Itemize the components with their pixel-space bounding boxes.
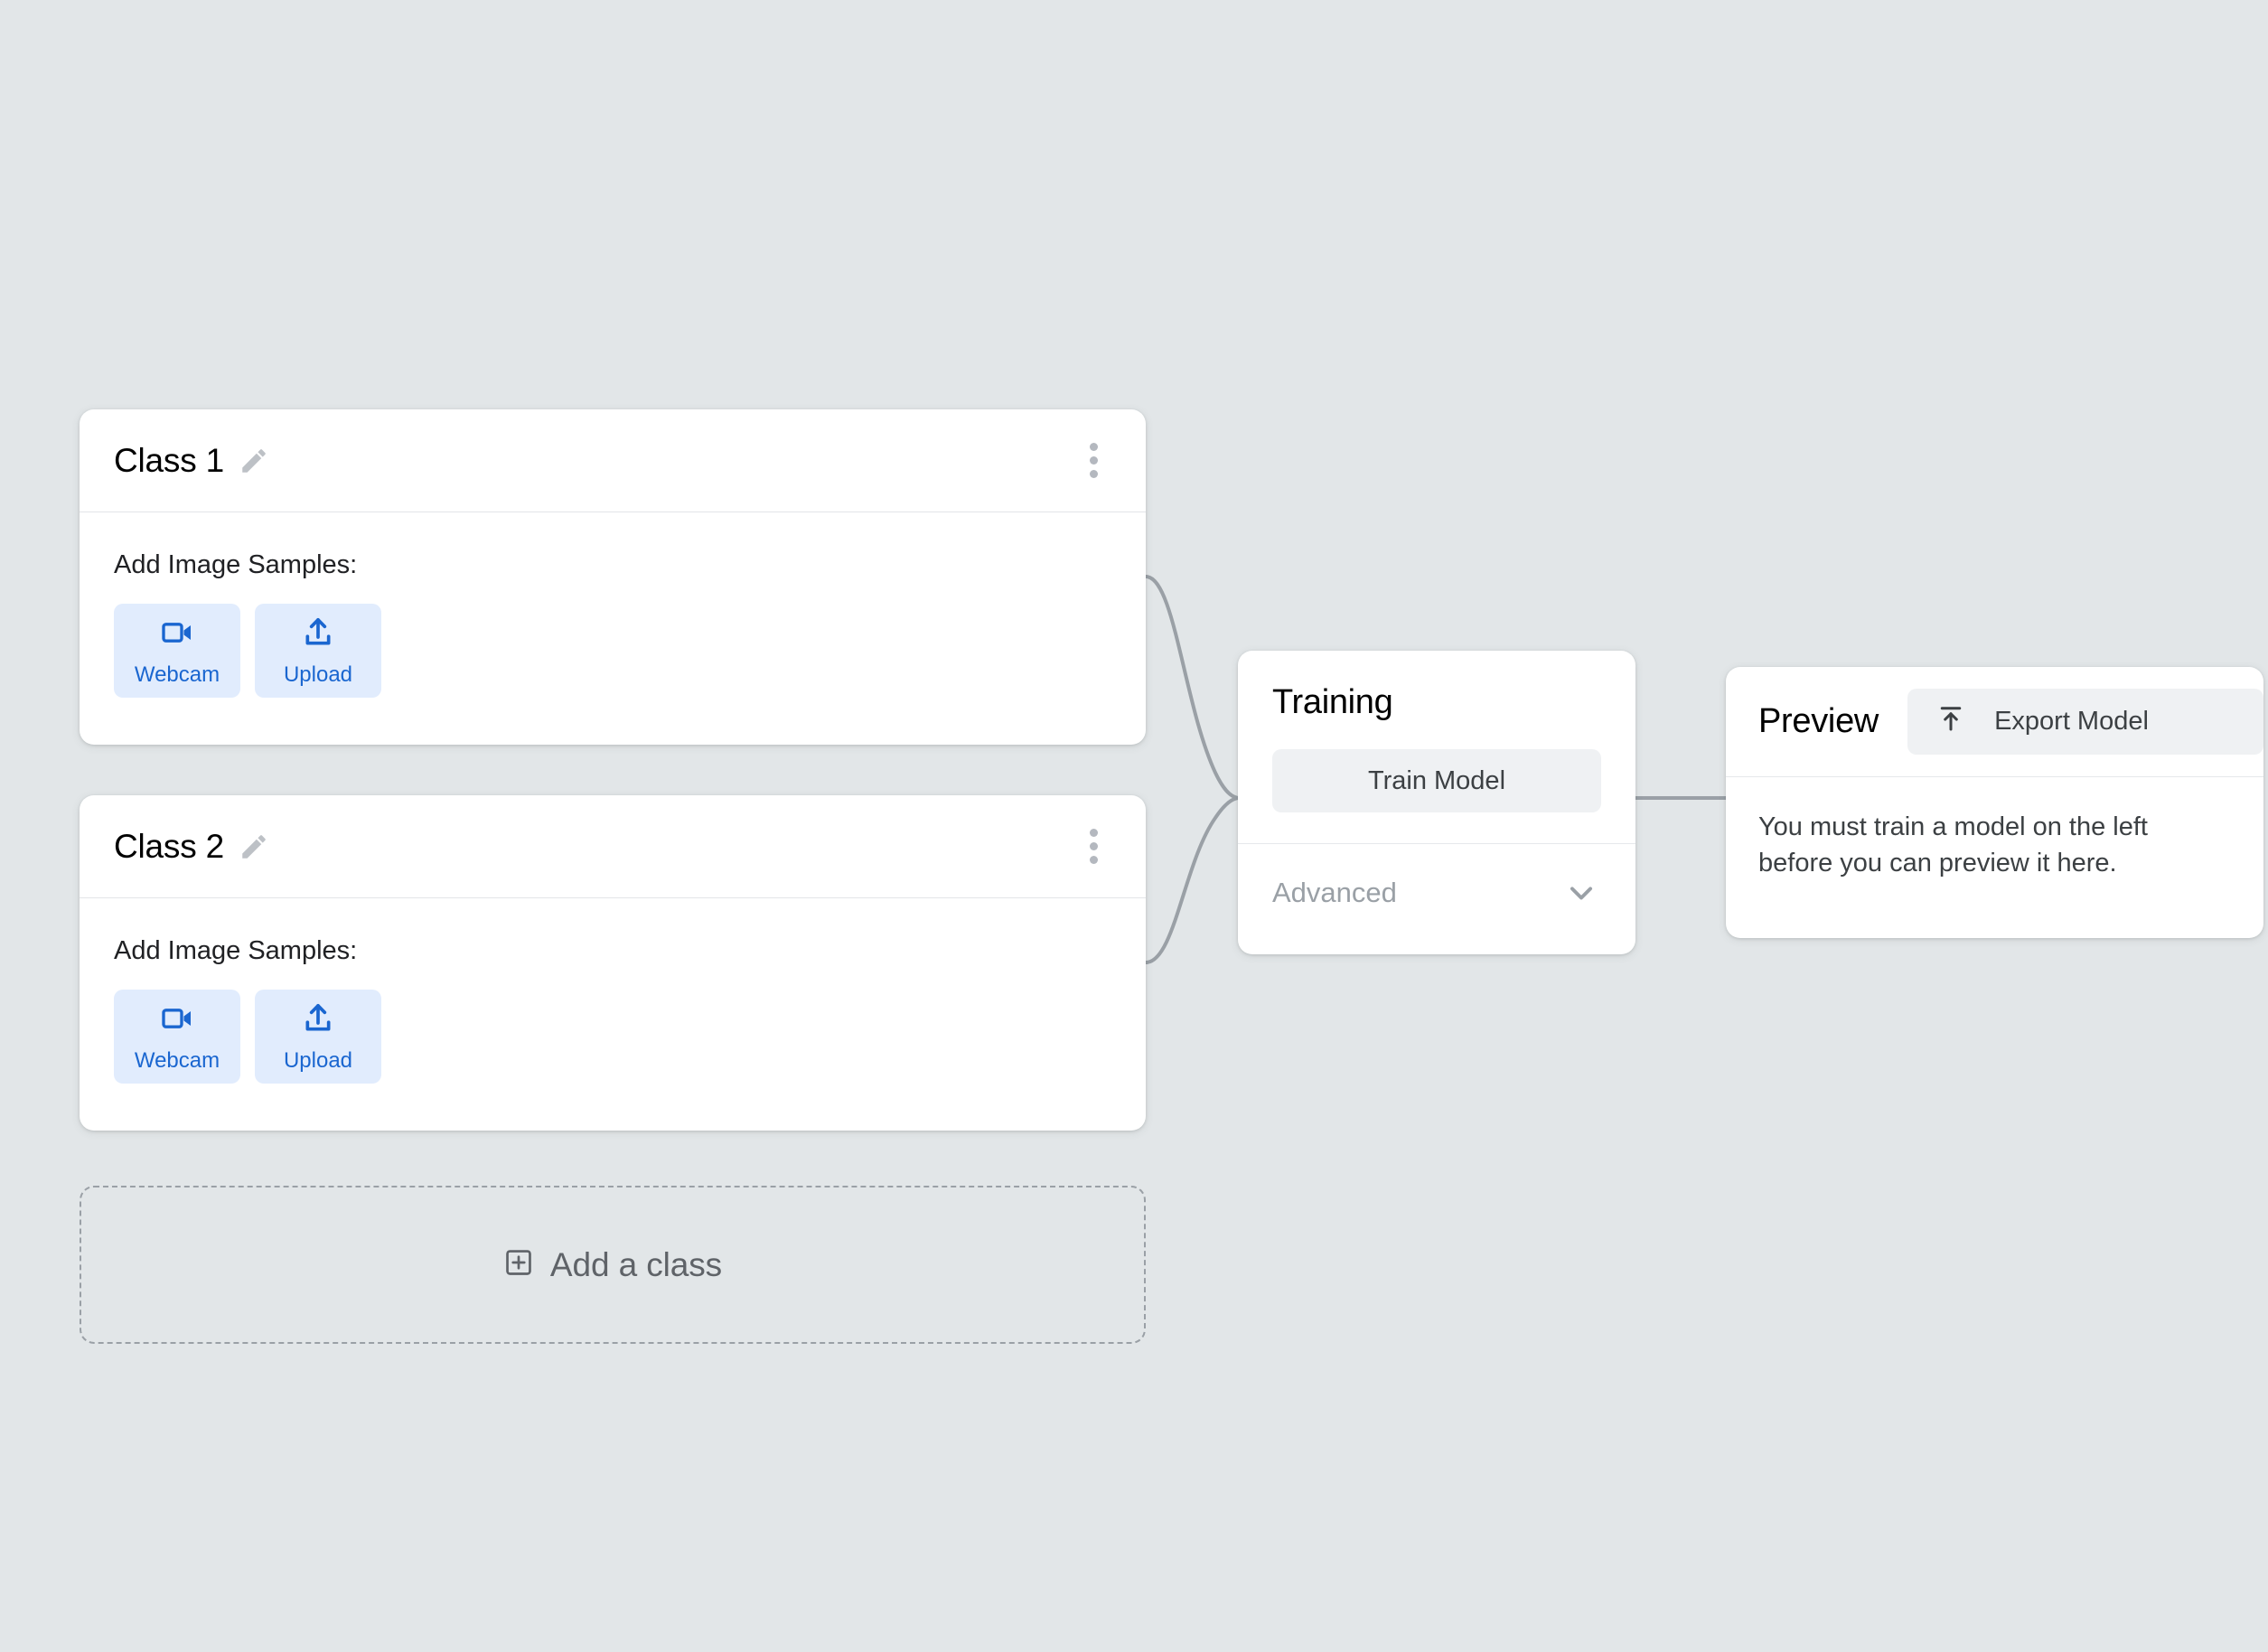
export-model-label: Export Model (1994, 707, 2149, 736)
upload-button[interactable]: Upload (255, 990, 381, 1084)
class-title: Class 2 (114, 827, 224, 865)
class-card-body: Add Image Samples: Webcam Upload (80, 512, 1146, 698)
preview-panel-body: You must train a model on the left befor… (1726, 777, 2263, 881)
pencil-icon[interactable] (239, 446, 269, 476)
export-upload-icon (1935, 702, 1967, 742)
chevron-down-icon[interactable] (1561, 873, 1601, 913)
videocam-icon (159, 1000, 195, 1039)
webcam-button-label: Webcam (134, 1047, 220, 1073)
train-model-button[interactable]: Train Model (1272, 749, 1601, 812)
class-card-header: Class 2 (80, 795, 1146, 898)
pencil-icon[interactable] (239, 831, 269, 862)
export-model-button[interactable]: Export Model (1907, 689, 2263, 755)
advanced-toggle[interactable]: Advanced (1238, 844, 1635, 942)
advanced-label: Advanced (1272, 877, 1397, 908)
preview-panel: Preview Export Model You must train a mo… (1726, 667, 2263, 938)
class-card-body: Add Image Samples: Webcam Upload (80, 898, 1146, 1084)
kebab-dot (1089, 829, 1098, 837)
kebab-dot (1089, 456, 1098, 465)
preview-empty-message: You must train a model on the left befor… (1758, 812, 2148, 878)
upload-icon (300, 1000, 336, 1039)
upload-button-label: Upload (283, 662, 353, 687)
add-a-class-label: Add a class (549, 1245, 723, 1283)
add-box-icon (503, 1247, 534, 1282)
sample-buttons-group: Webcam Upload (114, 990, 1111, 1084)
kebab-dot (1089, 443, 1098, 451)
class-card: Class 2 Add Image Samples: Webcam Upload (80, 795, 1146, 1131)
kebab-dot (1089, 856, 1098, 864)
training-panel: Training Train Model Advanced (1238, 651, 1635, 954)
kebab-dot (1089, 842, 1098, 850)
upload-button-label: Upload (283, 1047, 353, 1073)
webcam-button-label: Webcam (134, 662, 220, 687)
kebab-dot (1089, 470, 1098, 478)
training-title: Training (1272, 683, 1393, 721)
webcam-button[interactable]: Webcam (114, 604, 240, 698)
more-vertical-icon[interactable] (1075, 443, 1111, 479)
sample-buttons-group: Webcam Upload (114, 604, 1111, 698)
class-title: Class 1 (114, 441, 224, 479)
add-image-samples-label: Add Image Samples: (114, 936, 358, 965)
class-card: Class 1 Add Image Samples: Webcam Upload (80, 409, 1146, 745)
preview-panel-top: Preview Export Model (1726, 667, 2263, 777)
app-canvas: Class 1 Add Image Samples: Webcam Upload… (0, 0, 2268, 1652)
upload-icon (300, 615, 336, 653)
webcam-button[interactable]: Webcam (114, 990, 240, 1084)
more-vertical-icon[interactable] (1075, 829, 1111, 865)
training-panel-top: Training Train Model (1238, 651, 1635, 844)
class-card-header: Class 1 (80, 409, 1146, 512)
preview-title: Preview (1758, 702, 1879, 740)
add-image-samples-label: Add Image Samples: (114, 550, 358, 579)
add-a-class-button[interactable]: Add a class (80, 1186, 1146, 1344)
videocam-icon (159, 615, 195, 653)
upload-button[interactable]: Upload (255, 604, 381, 698)
